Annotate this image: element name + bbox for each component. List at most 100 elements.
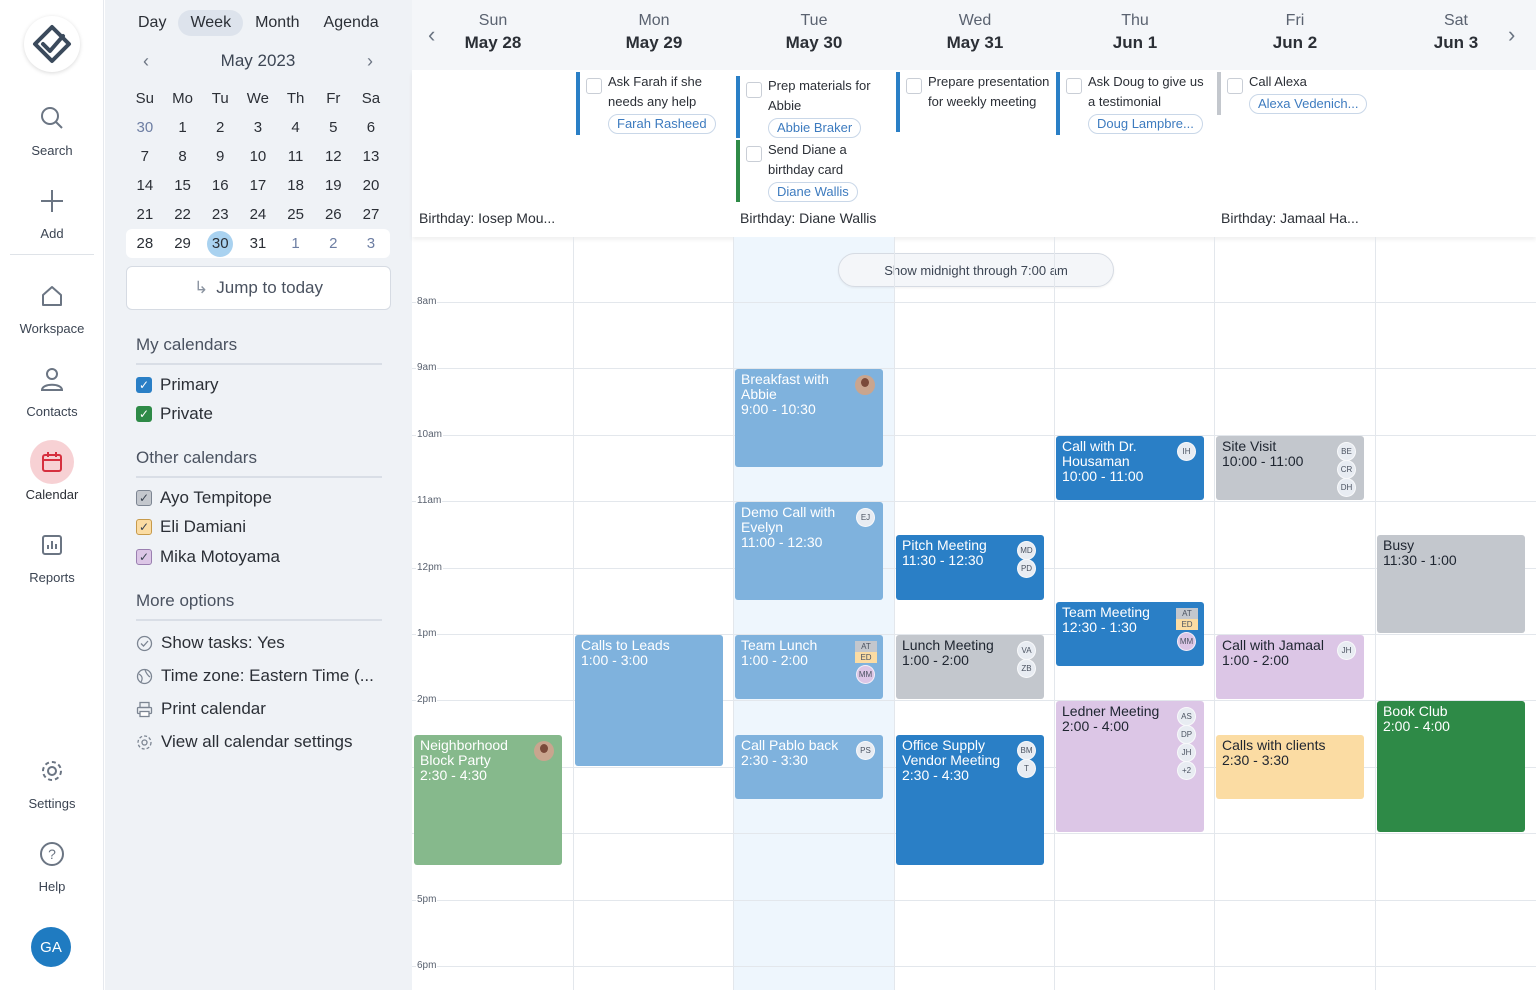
mini-day[interactable]: 24 bbox=[239, 206, 277, 223]
task-item[interactable]: Prepare presentation for weekly meeting bbox=[896, 72, 1050, 132]
event-office[interactable]: Office Supply Vendor Meeting 2:30 - 4:30 B… bbox=[896, 734, 1044, 866]
event-book[interactable]: Book Club 2:00 - 4:00 bbox=[1377, 701, 1525, 833]
task-checkbox[interactable] bbox=[746, 146, 762, 162]
rail-contacts[interactable]: Contacts bbox=[0, 357, 104, 419]
mini-day[interactable]: 2 bbox=[314, 235, 352, 252]
jump-to-today-button[interactable]: ↳ Jump to today bbox=[126, 266, 391, 310]
calendar-toggle-mika[interactable]: ✓ Mika Motoyama bbox=[136, 547, 280, 567]
mini-day[interactable]: 20 bbox=[352, 177, 390, 194]
assignee-chip[interactable]: Doug Lampbre... bbox=[1088, 114, 1203, 134]
event-pitch[interactable]: Pitch Meeting 11:30 - 12:30 MD PD bbox=[896, 535, 1044, 600]
mini-day[interactable]: 30 bbox=[201, 230, 239, 257]
user-avatar[interactable]: GA bbox=[31, 927, 71, 967]
event-jamaal[interactable]: Call with Jamaal 1:00 - 2:00 JH bbox=[1216, 635, 1364, 700]
mini-day[interactable]: 3 bbox=[239, 119, 277, 136]
mini-day[interactable]: 19 bbox=[314, 177, 352, 194]
assignee-chip[interactable]: Farah Rasheed bbox=[608, 114, 716, 134]
event-breakfast[interactable]: Breakfast with Abbie 9:00 - 10:30 bbox=[735, 369, 883, 467]
assignee-chip[interactable]: Diane Wallis bbox=[768, 182, 858, 202]
task-item[interactable]: Send Diane a birthday card Diane Wallis bbox=[736, 140, 890, 202]
mini-day[interactable]: 26 bbox=[314, 206, 352, 223]
rail-help[interactable]: ? Help bbox=[0, 832, 104, 894]
prev-month-button[interactable]: ‹ bbox=[126, 48, 166, 74]
mini-day[interactable]: 16 bbox=[201, 177, 239, 194]
day-header[interactable]: Fri Jun 2 bbox=[1215, 12, 1375, 53]
mini-day[interactable]: 14 bbox=[126, 177, 164, 194]
mini-day[interactable]: 17 bbox=[239, 177, 277, 194]
task-checkbox[interactable] bbox=[1227, 78, 1243, 94]
mini-day[interactable]: 30 bbox=[126, 119, 164, 136]
tab-month[interactable]: Month bbox=[243, 10, 311, 36]
rail-add[interactable]: Add bbox=[0, 179, 104, 241]
option-settings[interactable]: View all calendar settings bbox=[136, 732, 353, 752]
birthday-label[interactable]: Birthday: Iosep Mou... bbox=[419, 210, 571, 226]
app-logo[interactable] bbox=[24, 16, 80, 72]
mini-day[interactable]: 23 bbox=[201, 206, 239, 223]
option-print[interactable]: Print calendar bbox=[136, 699, 266, 719]
mini-day[interactable]: 31 bbox=[239, 235, 277, 252]
mini-day[interactable]: 25 bbox=[277, 206, 315, 223]
mini-day[interactable]: 1 bbox=[277, 235, 315, 252]
mini-day[interactable]: 21 bbox=[126, 206, 164, 223]
task-checkbox[interactable] bbox=[586, 78, 602, 94]
rail-settings[interactable]: Settings bbox=[0, 749, 104, 811]
task-item[interactable]: Prep materials for Abbie Abbie Braker bbox=[736, 76, 890, 138]
option-show-tasks[interactable]: Show tasks: Yes bbox=[136, 633, 285, 653]
mini-day[interactable]: 11 bbox=[277, 148, 315, 165]
birthday-label[interactable]: Birthday: Jamaal Ha... bbox=[1221, 210, 1373, 226]
day-header[interactable]: Wed May 31 bbox=[895, 12, 1055, 53]
task-checkbox[interactable] bbox=[1066, 78, 1082, 94]
mini-day[interactable]: 22 bbox=[164, 206, 202, 223]
calendar-toggle-ayo[interactable]: ✓ Ayo Tempitope bbox=[136, 488, 272, 508]
day-header[interactable]: Sun May 28 bbox=[413, 12, 573, 53]
mini-day[interactable]: 1 bbox=[164, 119, 202, 136]
day-header[interactable]: Sat Jun 3 bbox=[1376, 12, 1536, 53]
event-ledner[interactable]: Ledner Meeting 2:00 - 4:00 AS DP JH +2 bbox=[1056, 701, 1204, 833]
mini-day[interactable]: 15 bbox=[164, 177, 202, 194]
event-demo[interactable]: Demo Call with Evelyn 11:00 - 12:30 EJ bbox=[735, 502, 883, 600]
mini-day[interactable]: 2 bbox=[201, 119, 239, 136]
day-header[interactable]: Tue May 30 bbox=[734, 12, 894, 53]
day-header[interactable]: Thu Jun 1 bbox=[1055, 12, 1215, 53]
mini-day[interactable]: 13 bbox=[352, 148, 390, 165]
event-site[interactable]: Site Visit 10:00 - 11:00 BE CR DH bbox=[1216, 435, 1364, 501]
mini-day[interactable]: 4 bbox=[277, 119, 315, 136]
mini-day[interactable]: 3 bbox=[352, 235, 390, 252]
rail-search[interactable]: Search bbox=[0, 96, 104, 158]
event-team-lunch[interactable]: Team Lunch 1:00 - 2:00 AT ED MM bbox=[735, 635, 883, 700]
event-call-dr[interactable]: Call with Dr. Housaman 10:00 - 11:00 IH bbox=[1056, 435, 1204, 501]
next-month-button[interactable]: › bbox=[350, 48, 390, 74]
task-checkbox[interactable] bbox=[746, 82, 762, 98]
rail-reports[interactable]: Reports bbox=[0, 523, 104, 585]
mini-day[interactable]: 8 bbox=[164, 148, 202, 165]
birthday-label[interactable]: Birthday: Diane Wallis bbox=[740, 210, 892, 226]
show-midnight-button[interactable]: Show midnight through 7:00 am bbox=[838, 253, 1114, 287]
event-pablo[interactable]: Call Pablo back 2:30 - 3:30 PS bbox=[735, 734, 883, 799]
rail-calendar[interactable]: Calendar bbox=[0, 440, 104, 502]
calendar-toggle-private[interactable]: ✓ Private bbox=[136, 404, 213, 424]
tab-day[interactable]: Day bbox=[126, 10, 178, 36]
event-calls-leads[interactable]: Calls to Leads 1:00 - 3:00 bbox=[575, 635, 723, 766]
mini-day[interactable]: 28 bbox=[126, 235, 164, 252]
task-item[interactable]: Ask Farah if she needs any help Farah Ra… bbox=[576, 72, 730, 135]
rail-workspace[interactable]: Workspace bbox=[0, 274, 104, 336]
mini-day[interactable]: 10 bbox=[239, 148, 277, 165]
mini-day[interactable]: 5 bbox=[314, 119, 352, 136]
day-header[interactable]: Mon May 29 bbox=[574, 12, 734, 53]
assignee-chip[interactable]: Abbie Braker bbox=[768, 118, 862, 138]
event-busy[interactable]: Busy 11:30 - 1:00 bbox=[1377, 535, 1525, 633]
task-item[interactable]: Call Alexa Alexa Vedenich... bbox=[1217, 72, 1371, 115]
event-lunch-mtg[interactable]: Lunch Meeting 1:00 - 2:00 VA ZB bbox=[896, 635, 1044, 700]
option-time-zone[interactable]: Time zone: Eastern Time (... bbox=[136, 666, 374, 686]
task-checkbox[interactable] bbox=[906, 78, 922, 94]
task-item[interactable]: Ask Doug to give us a testimonial Doug L… bbox=[1056, 72, 1210, 135]
calendar-toggle-primary[interactable]: ✓ Primary bbox=[136, 375, 219, 395]
mini-day[interactable]: 18 bbox=[277, 177, 315, 194]
tab-agenda[interactable]: Agenda bbox=[312, 10, 391, 36]
assignee-chip[interactable]: Alexa Vedenich... bbox=[1249, 94, 1368, 114]
event-team-mtg[interactable]: Team Meeting 12:30 - 1:30 AT ED MM bbox=[1056, 601, 1204, 667]
mini-day[interactable]: 12 bbox=[314, 148, 352, 165]
mini-day[interactable]: 9 bbox=[201, 148, 239, 165]
mini-day[interactable]: 7 bbox=[126, 148, 164, 165]
mini-day[interactable]: 6 bbox=[352, 119, 390, 136]
